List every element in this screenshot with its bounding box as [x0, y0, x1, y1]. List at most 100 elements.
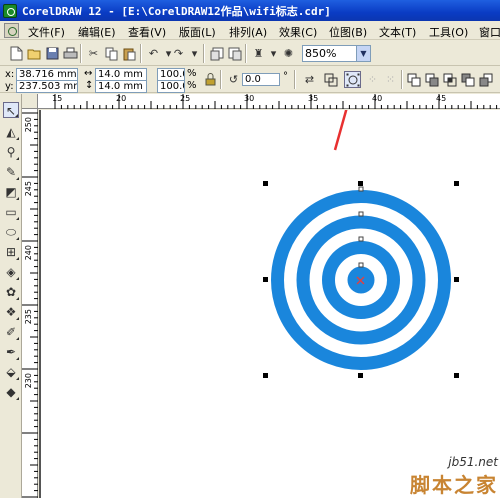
shape-tool-icon[interactable]: ◭ [3, 124, 19, 140]
menu-edit[interactable]: 编辑(E) [78, 24, 116, 40]
intersect-icon[interactable] [441, 71, 458, 88]
paste-icon[interactable] [121, 45, 138, 62]
y-label: y: [5, 81, 14, 92]
chevron-down-icon[interactable]: ▼ [356, 46, 370, 61]
y-position-field[interactable]: 237.503 mm [16, 80, 78, 93]
percent-y-label: % [187, 80, 197, 91]
toolbox: ↖ ◭ ⚲ ✎ ◩ ▭ ⬭ ⊞ ◈ ✿ ❖ ✐ ✒ ⬙ ◆ [0, 94, 22, 498]
percent-x-label: % [187, 68, 197, 79]
group-objects-icon[interactable] [344, 71, 361, 88]
selection-handle-w[interactable] [263, 277, 268, 282]
lock-ratio-icon[interactable] [202, 71, 219, 88]
selection-handle-n[interactable] [358, 181, 363, 186]
interactive-fill-tool-icon[interactable]: ◆ [3, 384, 19, 400]
trim-icon[interactable] [423, 71, 440, 88]
ruler-v-label: 245 [24, 181, 33, 197]
selection-handle-nw[interactable] [263, 181, 268, 186]
fill-tool-icon[interactable]: ⬙ [3, 364, 19, 380]
freehand-tool-icon[interactable]: ✎ [3, 164, 19, 180]
degree-label: ° [283, 71, 288, 82]
corel-online-icon[interactable]: ✺ [280, 45, 297, 62]
ellipse-tool-icon[interactable]: ⬭ [3, 224, 19, 240]
export-icon[interactable] [226, 45, 243, 62]
smart-fill-tool-icon[interactable]: ◩ [3, 184, 19, 200]
scale-y-field[interactable]: 100.0 [157, 80, 185, 93]
rotation-angle-field[interactable]: 0.0 [242, 73, 280, 86]
eyedropper-tool-icon[interactable]: ✐ [3, 324, 19, 340]
ruler-h-label: 25 [180, 94, 191, 103]
rotation-icon: ↺ [228, 73, 239, 86]
height-field[interactable]: 14.0 mm [95, 80, 147, 93]
red-annotation-arrow [333, 110, 348, 151]
horizontal-ruler[interactable]: 15 20 25 30 35 40 45 [38, 94, 500, 109]
ruler-h-label: 15 [52, 94, 63, 103]
mirror-icon[interactable]: ⇄ [301, 71, 318, 88]
ring-node[interactable] [358, 236, 364, 242]
ring-node[interactable] [358, 211, 364, 217]
ungroup-all-icon[interactable]: ⁙ [382, 71, 399, 88]
ruler-origin[interactable] [22, 94, 38, 109]
toolbar-separator [294, 70, 296, 89]
zoom-level-value: 850% [305, 47, 337, 60]
toolbar-separator [80, 44, 82, 63]
selection-handle-se[interactable] [454, 373, 459, 378]
menu-bar: 文件(F) 编辑(E) 查看(V) 版面(L) 排列(A) 效果(C) 位图(B… [0, 21, 500, 40]
zoom-level-combo[interactable]: 850% ▼ [302, 45, 371, 62]
ruler-h-label: 20 [116, 94, 127, 103]
selection-handle-s[interactable] [358, 373, 363, 378]
cut-icon[interactable]: ✂ [85, 45, 102, 62]
basic-shapes-tool-icon[interactable]: ◈ [3, 264, 19, 280]
selection-handle-e[interactable] [454, 277, 459, 282]
ring-node[interactable] [358, 186, 364, 192]
ruler-h-label: 35 [308, 94, 319, 103]
ruler-v-label: 230 [24, 373, 33, 389]
print-icon[interactable] [62, 45, 79, 62]
redo-icon[interactable]: ↷ [170, 45, 187, 62]
drawing-canvas[interactable]: jb51.net 脚本之家 [39, 110, 500, 498]
import-icon[interactable] [208, 45, 225, 62]
ungroup-icon[interactable]: ⁘ [364, 71, 381, 88]
vertical-ruler[interactable]: 250 245 240 235 230 [22, 109, 38, 498]
ruler-h-label: 45 [436, 94, 447, 103]
interactive-blend-tool-icon[interactable]: ❖ [3, 304, 19, 320]
pick-tool-icon[interactable]: ↖ [3, 102, 19, 118]
vertical-ruler-ticks [22, 112, 38, 498]
menu-text[interactable]: 文本(T) [379, 24, 416, 40]
text-tool-icon[interactable]: ✿ [3, 284, 19, 300]
menu-tools[interactable]: 工具(O) [429, 24, 468, 40]
open-folder-icon[interactable] [26, 45, 43, 62]
title-bar: CorelDRAW 12 - [E:\CorelDRAW12作品\wifi标志.… [0, 0, 500, 21]
simplify-icon[interactable] [459, 71, 476, 88]
standard-toolbar: ✂ ↶ ▾ ↷ ▾ ♜ ▾ ✺ 850% ▼ [0, 41, 500, 66]
menu-window[interactable]: 窗口 [479, 24, 500, 40]
menu-effects[interactable]: 效果(C) [279, 24, 317, 40]
menu-arrange[interactable]: 排列(A) [229, 24, 267, 40]
zoom-tool-icon[interactable]: ⚲ [3, 144, 19, 160]
toolbar-separator [220, 70, 222, 89]
new-document-icon[interactable] [8, 45, 25, 62]
document-window-icon[interactable] [4, 23, 19, 38]
menu-file[interactable]: 文件(F) [28, 24, 65, 40]
toolbar-separator [245, 44, 247, 63]
redo-dropdown-icon[interactable]: ▾ [186, 45, 203, 62]
drawing-surface [263, 110, 459, 378]
width-arrow-icon: ↔ [84, 68, 93, 79]
combine-icon[interactable] [322, 71, 339, 88]
polygon-tool-icon[interactable]: ⊞ [3, 244, 19, 260]
selection-handle-ne[interactable] [454, 181, 459, 186]
toolbar-separator [203, 44, 205, 63]
ring-node[interactable] [358, 262, 364, 268]
coreldraw-app-icon[interactable] [3, 3, 17, 18]
ruler-v-label: 240 [24, 245, 33, 261]
menu-bitmaps[interactable]: 位图(B) [329, 24, 367, 40]
save-icon[interactable] [44, 45, 61, 62]
menu-view[interactable]: 查看(V) [128, 24, 166, 40]
rectangle-tool-icon[interactable]: ▭ [3, 204, 19, 220]
menu-layout[interactable]: 版面(L) [179, 24, 216, 40]
copy-icon[interactable] [103, 45, 120, 62]
outline-tool-icon[interactable]: ✒ [3, 344, 19, 360]
weld-icon[interactable] [405, 71, 422, 88]
front-minus-back-icon[interactable] [477, 71, 494, 88]
ruler-h-label: 30 [244, 94, 255, 103]
selection-handle-sw[interactable] [263, 373, 268, 378]
